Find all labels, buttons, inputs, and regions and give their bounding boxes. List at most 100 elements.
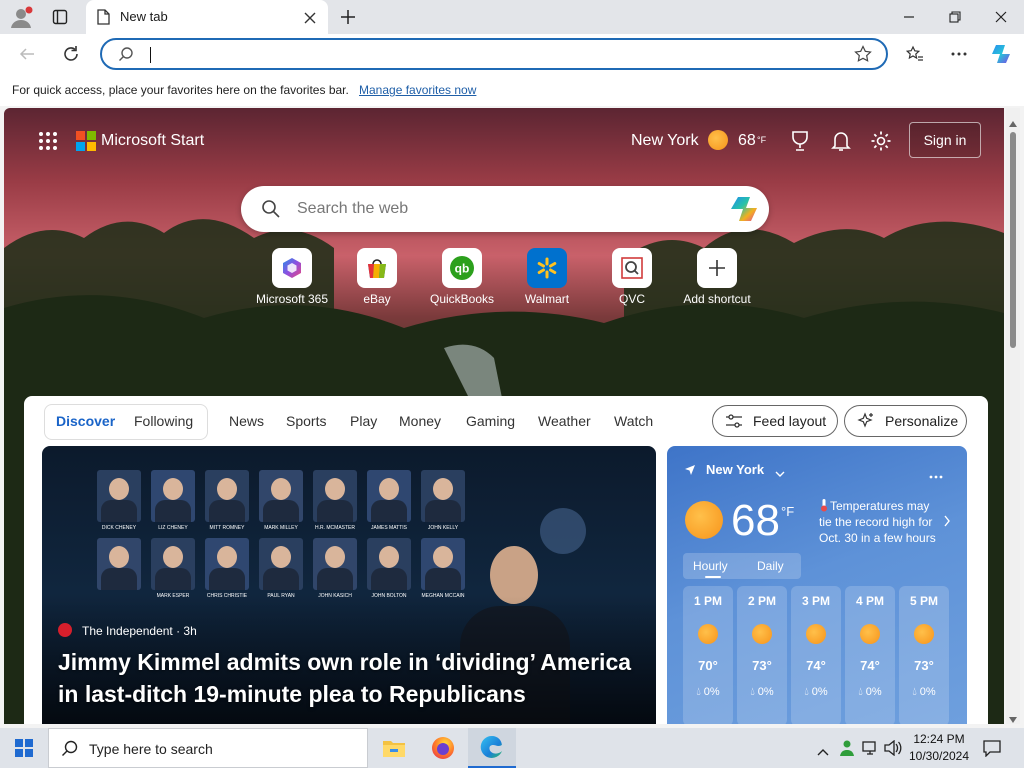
face-photo: MARK MILLEY [259, 470, 303, 531]
shortcut-quickbooks[interactable]: qb QuickBooks [419, 248, 505, 312]
scroll-down-arrow-icon[interactable] [1009, 710, 1017, 728]
weather-location[interactable]: New York [631, 132, 699, 150]
restore-button[interactable] [932, 0, 978, 34]
feed-layout-label: Feed layout [753, 413, 827, 429]
manage-favorites-link[interactable]: Manage favorites now [359, 83, 476, 97]
precip-value: 💧︎ 0% [804, 686, 828, 698]
favorites-button[interactable] [900, 39, 930, 69]
publisher-logo [58, 623, 72, 637]
page-scrollbar[interactable] [1006, 108, 1020, 724]
tab-daily[interactable]: Daily [757, 559, 784, 573]
sign-in-button[interactable]: Sign in [909, 122, 981, 158]
weather-alert[interactable]: Temperatures may tie the record high for… [819, 498, 943, 546]
taskbar-search-box[interactable]: Type here to search [48, 728, 368, 768]
edge-icon[interactable] [468, 728, 516, 768]
chevron-up-icon[interactable] [817, 743, 829, 761]
nav-watch[interactable]: Watch [614, 413, 653, 429]
precip-value: 💧︎ 0% [750, 686, 774, 698]
rewards-icon[interactable] [790, 130, 810, 157]
nav-news[interactable]: News [229, 413, 264, 429]
people-icon[interactable] [838, 739, 856, 762]
ebay-icon [357, 248, 397, 288]
nav-money[interactable]: Money [399, 413, 441, 429]
nav-weather[interactable]: Weather [538, 413, 591, 429]
face-photo: MEGHAN MCCAIN [421, 538, 465, 599]
profile-icon[interactable] [8, 6, 34, 28]
face-photo: DICK CHENEY [97, 470, 141, 531]
feed-layout-button[interactable]: Feed layout [712, 405, 838, 437]
chevron-right-icon[interactable] [943, 514, 951, 532]
face-photo: JOHN KASICH [313, 538, 357, 599]
refresh-button[interactable] [56, 39, 86, 69]
weather-card[interactable]: New York 68 °F Temperatures may tie the … [667, 446, 967, 724]
address-bar[interactable] [100, 38, 888, 70]
tab-actions-icon[interactable] [52, 9, 68, 30]
header-temp-unit: °F [757, 135, 767, 145]
svg-text:qb: qb [455, 262, 470, 276]
face-photo: LIZ CHENEY [151, 470, 195, 531]
face-photo [97, 538, 141, 590]
precip-value: 💧︎ 0% [696, 686, 720, 698]
weather-card-location[interactable]: New York [706, 462, 764, 477]
new-tab-button[interactable] [340, 9, 356, 30]
search-placeholder: Search the web [297, 200, 409, 217]
partly-sunny-icon [914, 624, 934, 644]
notification-center-icon[interactable] [983, 739, 1001, 762]
plus-icon [697, 248, 737, 288]
add-shortcut-button[interactable]: Add shortcut [674, 248, 760, 312]
copilot-icon[interactable] [729, 195, 759, 228]
shortcut-microsoft-365[interactable]: Microsoft 365 [249, 248, 335, 312]
nav-gaming[interactable]: Gaming [466, 413, 515, 429]
hourly-forecast-item[interactable]: 3 PM 74° 💧︎ 0% [791, 586, 841, 724]
more-menu-button[interactable] [944, 39, 974, 69]
personalize-button[interactable]: Personalize [844, 405, 967, 437]
browser-toolbar [0, 34, 1024, 74]
taskbar-search-placeholder: Type here to search [89, 741, 213, 757]
settings-gear-icon[interactable] [870, 130, 892, 157]
file-explorer-icon[interactable] [370, 728, 418, 768]
hero-source[interactable]: The Independent · 3h [82, 624, 197, 638]
shortcut-walmart[interactable]: Walmart [504, 248, 590, 312]
web-search-box[interactable]: Search the web [241, 186, 769, 232]
scrollbar-thumb[interactable] [1010, 132, 1016, 348]
app-launcher-icon[interactable] [38, 131, 58, 156]
hourly-forecast-item[interactable]: 2 PM 73° 💧︎ 0% [737, 586, 787, 724]
more-options-icon[interactable] [929, 466, 943, 484]
moon-image [540, 508, 586, 554]
notifications-bell-icon[interactable] [831, 130, 851, 157]
tab-hourly[interactable]: Hourly [693, 559, 728, 573]
chevron-down-icon[interactable] [775, 465, 785, 483]
close-tab-icon[interactable] [304, 11, 316, 29]
volume-icon[interactable] [884, 739, 902, 761]
start-button[interactable] [0, 728, 48, 768]
favorite-star-icon[interactable] [854, 45, 872, 68]
hero-news-card[interactable]: DICK CHENEY LIZ CHENEY MITT ROMNEY MARK … [42, 446, 656, 724]
shortcut-qvc[interactable]: QVC [589, 248, 675, 312]
shortcut-ebay[interactable]: eBay [334, 248, 420, 312]
firefox-icon[interactable] [419, 728, 467, 768]
nav-sports[interactable]: Sports [286, 413, 326, 429]
tab-new-tab[interactable]: New tab [86, 0, 328, 34]
hero-headline[interactable]: Jimmy Kimmel admits own role in ‘dividin… [58, 646, 648, 710]
nav-following[interactable]: Following [134, 413, 193, 429]
scroll-up-arrow-icon[interactable] [1009, 114, 1017, 132]
search-icon [261, 199, 281, 224]
tab-active-indicator [705, 576, 721, 578]
face-photo: JOHN BOLTON [367, 538, 411, 599]
brand-title[interactable]: Microsoft Start [101, 132, 204, 150]
hourly-forecast-item[interactable]: 1 PM 70° 💧︎ 0% [683, 586, 733, 724]
close-window-button[interactable] [978, 0, 1024, 34]
hourly-forecast-item[interactable]: 5 PM 73° 💧︎ 0% [899, 586, 949, 724]
copilot-icon[interactable] [986, 39, 1016, 69]
header-temperature[interactable]: 68 [738, 132, 756, 150]
taskbar: Type here to search 12:24 PM 10/30/2024 [0, 728, 1024, 768]
minimize-button[interactable] [886, 0, 932, 34]
system-clock[interactable]: 12:24 PM 10/30/2024 [902, 731, 976, 765]
hourly-forecast-item[interactable]: 4 PM 74° 💧︎ 0% [845, 586, 895, 724]
sparkle-icon [857, 412, 875, 430]
nav-discover[interactable]: Discover [56, 413, 115, 429]
network-icon[interactable] [862, 740, 880, 761]
sun-icon [698, 624, 718, 644]
back-button[interactable] [12, 39, 42, 69]
nav-play[interactable]: Play [350, 413, 377, 429]
